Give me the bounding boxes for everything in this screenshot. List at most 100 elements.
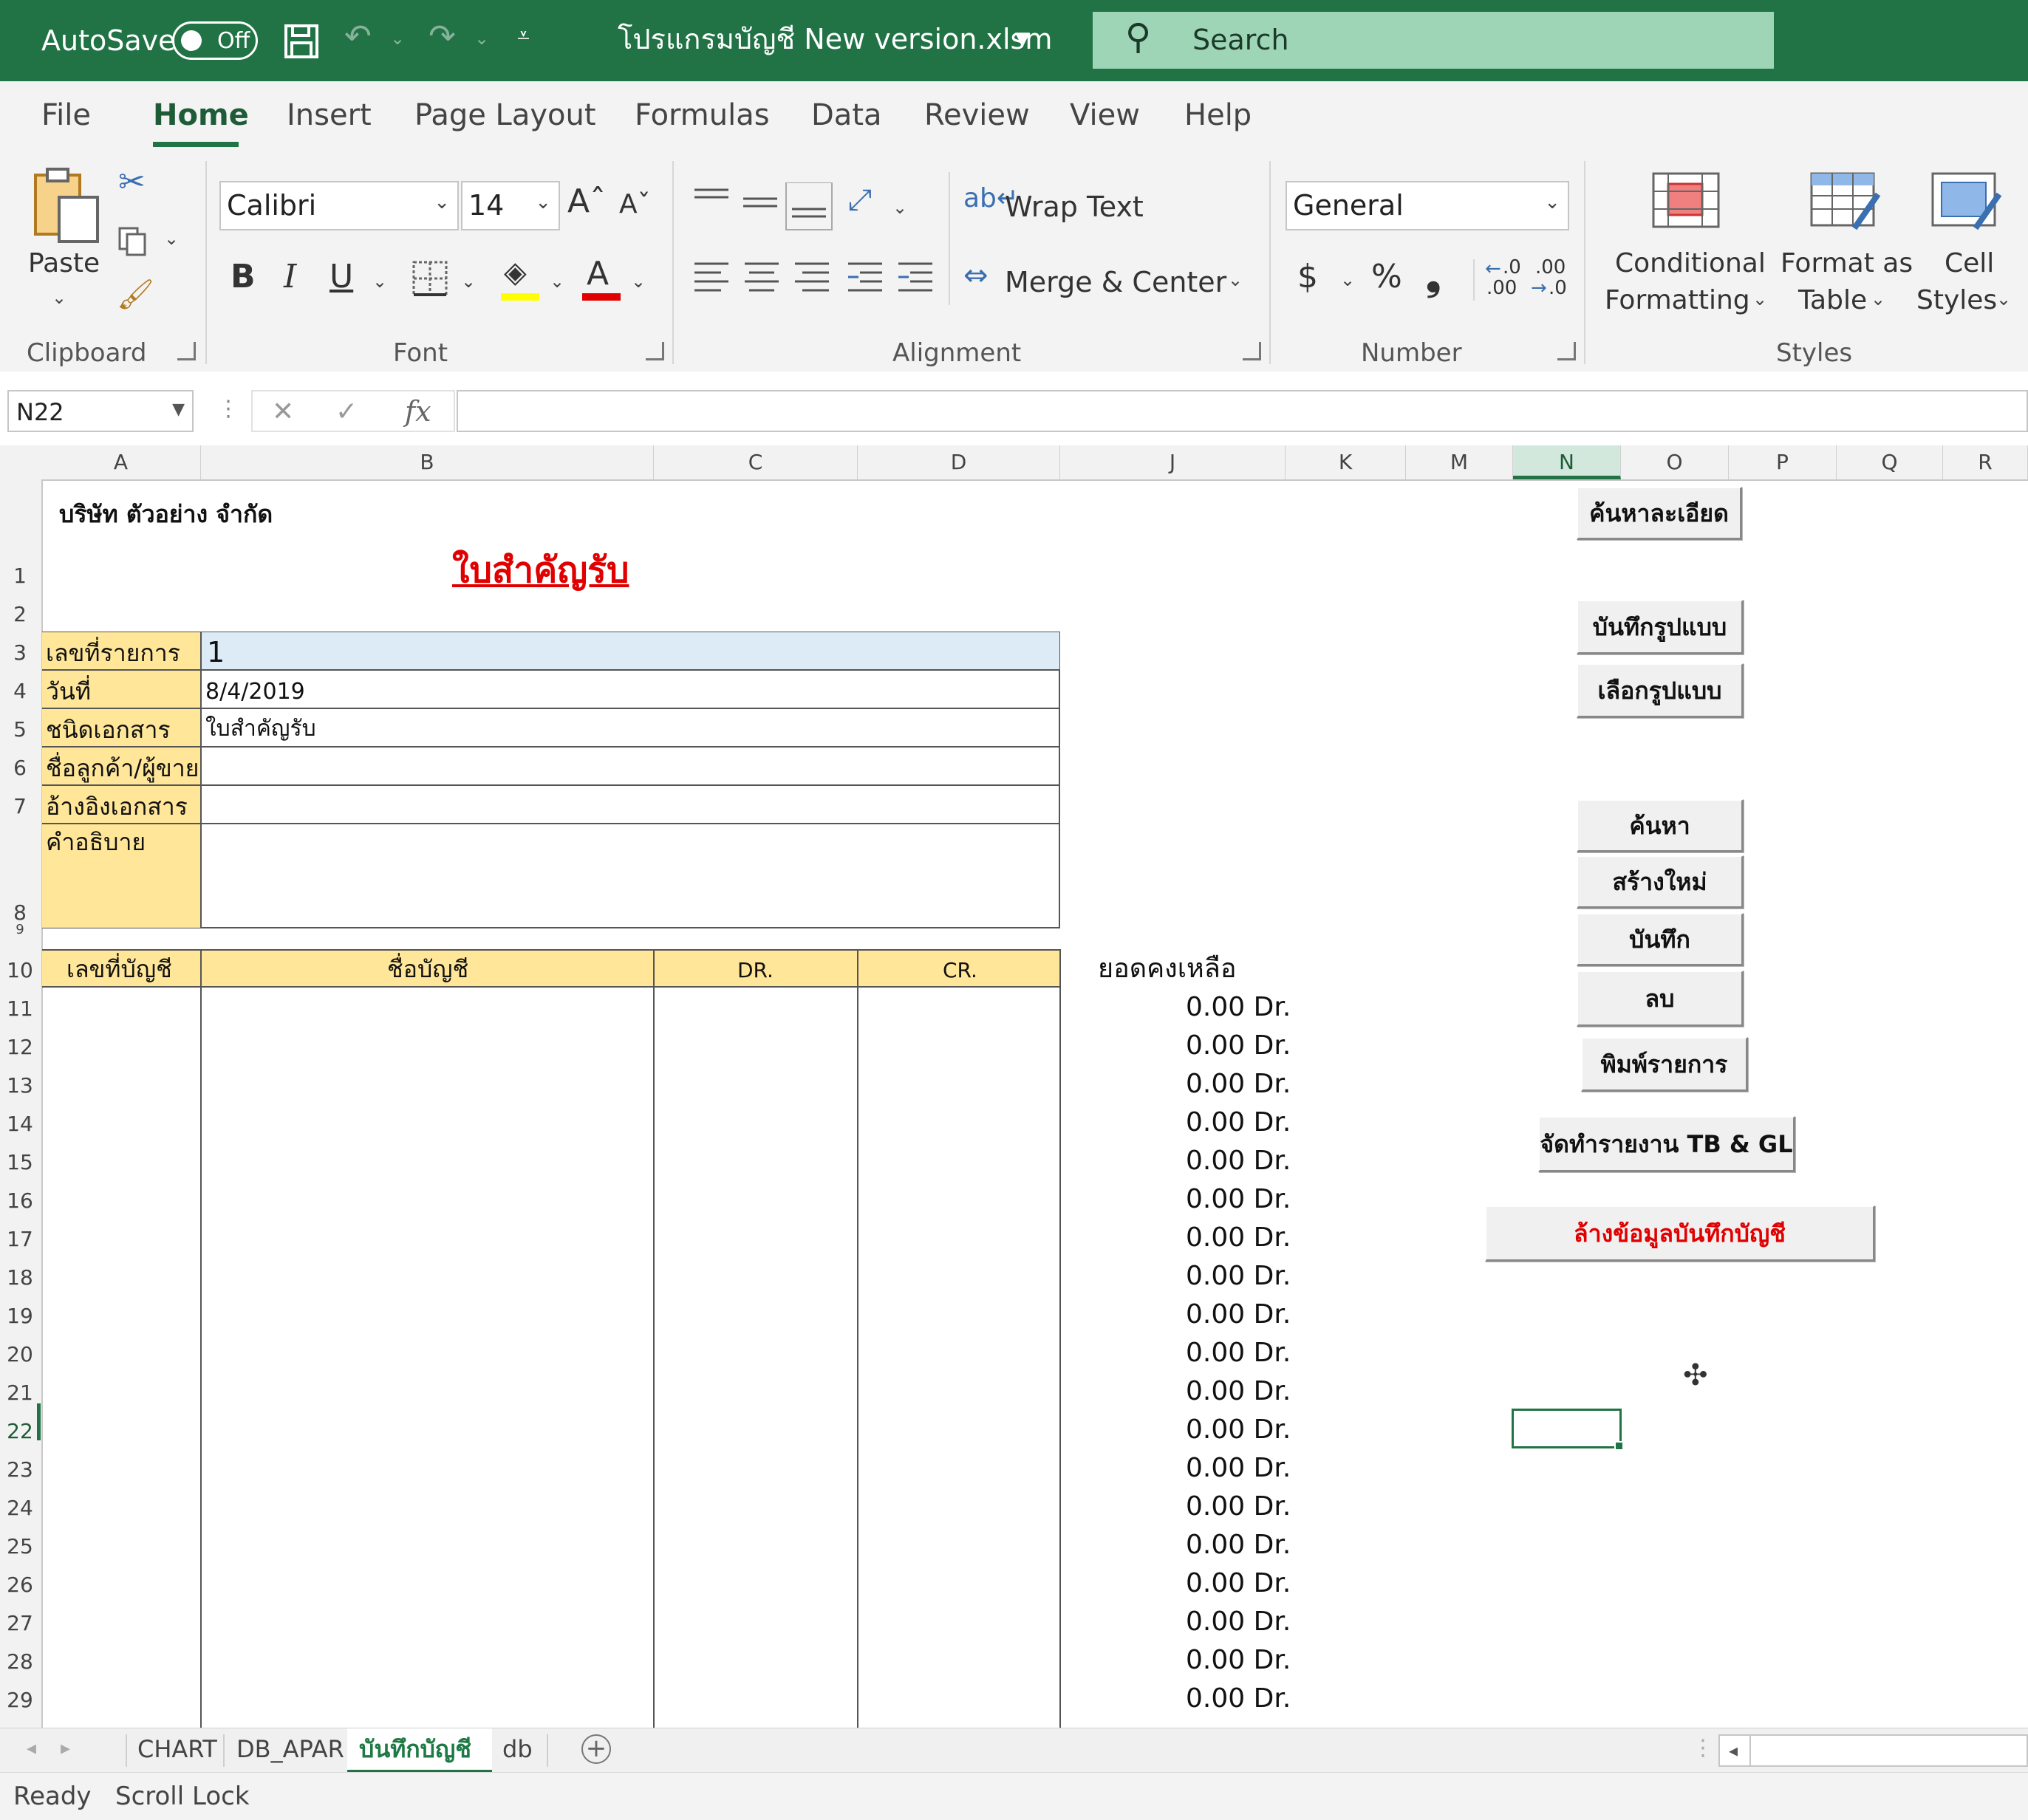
sheet-tab-db[interactable]: db [502,1737,533,1761]
row-header-11[interactable]: 11 [0,999,40,1019]
scroll-tabs-right-icon[interactable]: ▸ [61,1739,70,1758]
autosave-toggle[interactable]: Off [172,21,258,60]
row-header-22[interactable]: 22 [0,1421,40,1442]
format-as-table-icon[interactable] [1810,172,1881,231]
row-header-14[interactable]: 14 [0,1114,40,1135]
row-header-23[interactable]: 23 [0,1460,40,1480]
alignment-launcher-icon[interactable] [1243,342,1261,360]
wrap-text-label[interactable]: Wrap Text [1005,193,1144,221]
report-tb-gl-button[interactable]: จัดทำรายงาน TB & GL [1538,1116,1795,1172]
sheet-tab-db-apar[interactable]: DB_APAR [236,1737,344,1761]
bold-button[interactable]: B [231,261,256,293]
format-as-table-label-2[interactable]: Table [1798,287,1867,314]
orientation-icon[interactable]: ⤢ [848,185,872,215]
formula-input[interactable] [457,390,2028,432]
orientation-dropdown-icon[interactable]: ⌄ [892,199,907,216]
row-header-6[interactable]: 6 [0,758,40,779]
tab-page-layout[interactable]: Page Layout [414,100,596,130]
row-header-12[interactable]: 12 [0,1037,40,1058]
active-cell-n22[interactable] [1512,1409,1624,1451]
search-button[interactable]: ค้นหา [1577,799,1744,852]
undo-dropdown-icon[interactable]: ⌄ [390,30,405,47]
row-header-1[interactable]: 1 [0,566,40,586]
row-header-26[interactable]: 26 [0,1575,40,1595]
merge-center-label[interactable]: Merge & Center [1005,268,1226,296]
paste-icon[interactable] [30,165,103,246]
column-header-d[interactable]: D [858,445,1060,479]
file-name[interactable]: โปรแกรมบัญชี New version.xlsm [618,25,1052,53]
column-header-q[interactable]: Q [1837,445,1943,479]
borders-dropdown-icon[interactable]: ⌄ [461,273,476,290]
currency-dropdown-icon[interactable]: ⌄ [1340,271,1355,289]
add-sheet-button[interactable]: + [581,1734,611,1764]
underline-dropdown-icon[interactable]: ⌄ [372,273,387,290]
italic-button[interactable]: I [284,261,296,293]
row-header-2[interactable]: 2 [0,604,40,625]
formula-bar-options-icon[interactable]: ⋮ [217,398,239,420]
cell-styles-icon[interactable] [1931,172,2002,231]
copy-dropdown-icon[interactable]: ⌄ [164,230,179,247]
font-size-combo[interactable]: 14 ⌄ [461,181,560,230]
merge-center-dropdown-icon[interactable]: ⌄ [1228,271,1243,289]
insert-function-icon[interactable]: fx [405,397,431,425]
column-header-a[interactable]: A [41,445,201,479]
clipboard-launcher-icon[interactable] [177,342,196,360]
fill-handle[interactable] [1614,1441,1624,1451]
horizontal-align-icons[interactable] [692,259,943,301]
font-color-icon[interactable]: A [587,258,609,290]
cell-styles-label-2[interactable]: Styles [1916,287,1997,314]
column-header-m[interactable]: M [1406,445,1513,479]
enter-icon[interactable]: ✓ [335,399,358,425]
tab-view[interactable]: View [1070,100,1140,130]
font-color-dropdown-icon[interactable]: ⌄ [631,273,646,290]
save-icon[interactable] [284,24,319,59]
column-header-n[interactable]: N [1513,445,1621,479]
column-header-c[interactable]: C [654,445,858,479]
undo-icon[interactable]: ↶ [344,21,372,53]
row-header-25[interactable]: 25 [0,1536,40,1557]
row-header-8[interactable]: 8 [0,903,40,923]
select-template-button[interactable]: เลือกรูปแบบ [1577,663,1744,718]
increase-font-icon[interactable]: Aˆ [567,185,606,218]
delete-button[interactable]: ลบ [1577,971,1744,1027]
print-button[interactable]: พิมพ์รายการ [1581,1037,1748,1092]
clear-data-button[interactable]: ล้างข้อมูลบันทึกบัญชี [1485,1205,1875,1262]
row-header-3[interactable]: 3 [0,643,40,663]
tab-review[interactable]: Review [924,100,1030,130]
name-box[interactable]: N22 ▼ [7,390,194,432]
row-header-15[interactable]: 15 [0,1152,40,1173]
sheet-tab-accounting-entry[interactable]: บันทึกบัญชี [359,1737,471,1761]
row-header-27[interactable]: 27 [0,1613,40,1634]
percent-button[interactable]: % [1371,261,1402,293]
tab-data[interactable]: Data [811,100,882,130]
form-value-doc-no[interactable]: 1 [207,638,225,666]
row-header-19[interactable]: 19 [0,1306,40,1327]
tab-file[interactable]: File [41,100,91,130]
fill-color-icon[interactable]: ◈ [504,258,527,287]
tab-help[interactable]: Help [1184,100,1252,130]
column-header-k[interactable]: K [1286,445,1406,479]
row-header-17[interactable]: 17 [0,1229,40,1250]
number-format-combo[interactable]: General ⌄ [1286,181,1569,230]
currency-button[interactable]: $ [1297,261,1318,293]
row-header-29[interactable]: 29 [0,1690,40,1711]
column-header-j[interactable]: J [1060,445,1286,479]
column-header-p[interactable]: P [1729,445,1837,479]
conditional-formatting-dropdown-icon[interactable]: ⌄ [1752,290,1767,308]
filename-dropdown-icon[interactable]: ▼ [1015,30,1030,49]
row-header-20[interactable]: 20 [0,1344,40,1365]
row-header-18[interactable]: 18 [0,1268,40,1288]
column-header-o[interactable]: O [1621,445,1729,479]
cell-styles-label-1[interactable]: Cell [1945,250,1994,277]
number-launcher-icon[interactable] [1557,342,1576,360]
tab-insert[interactable]: Insert [287,100,372,130]
row-header-10[interactable]: 10 [0,960,40,981]
row-header-28[interactable]: 28 [0,1652,40,1672]
decrease-font-icon[interactable]: Aˇ [619,191,651,218]
form-value-doc-type[interactable]: ใบสำคัญรับ [205,718,316,740]
column-header-r[interactable]: R [1943,445,2028,479]
cut-icon[interactable]: ✂ [118,166,146,199]
row-header-5[interactable]: 5 [0,719,40,740]
tab-split-handle-icon[interactable]: ⋮ [1692,1737,1714,1759]
redo-icon[interactable]: ↷ [429,21,456,53]
